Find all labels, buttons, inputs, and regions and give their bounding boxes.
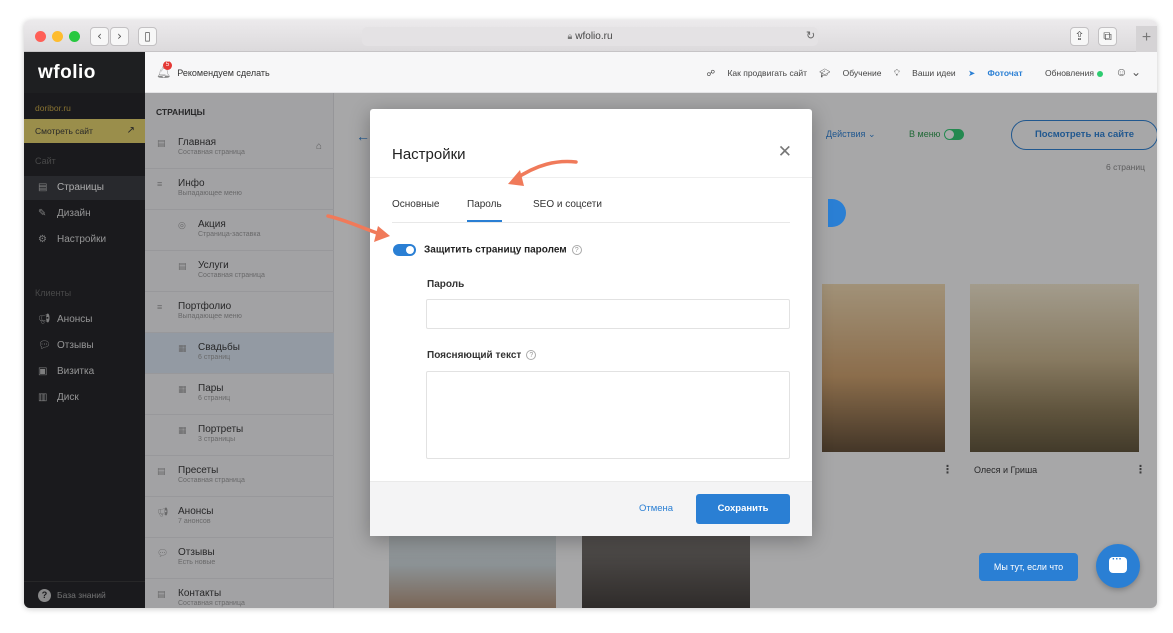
- help-icon[interactable]: ?: [571, 245, 582, 255]
- photochat-link[interactable]: ➤ Фоточат: [968, 68, 1023, 78]
- explain-textarea[interactable]: [426, 371, 790, 459]
- explain-label: Поясняющий текст?: [427, 350, 537, 361]
- protect-password-toggle[interactable]: Защитить страницу паролем?: [393, 244, 582, 256]
- save-button[interactable]: Сохранить: [696, 494, 790, 524]
- explain-label-text: Поясняющий текст: [427, 350, 522, 361]
- promote-label: Как продвигать сайт: [727, 68, 808, 78]
- recommend-label: Рекомендуем сделать: [177, 68, 270, 78]
- url-text: wfolio.ru: [575, 31, 613, 42]
- ideas-label: Ваши идеи: [912, 68, 956, 78]
- recommend-link[interactable]: 🔔︎ 5 Рекомендуем сделать: [156, 61, 270, 79]
- chat-bubble-icon: [1109, 554, 1127, 573]
- learn-label: Обучение: [842, 68, 882, 78]
- url-bar[interactable]: 🔒︎ wfolio.ru: [362, 27, 818, 46]
- promote-link[interactable]: ☍ Как продвигать сайт: [706, 68, 807, 78]
- updates-link[interactable]: Обновления: [1035, 68, 1103, 78]
- protect-label: Защитить страницу паролем: [424, 244, 567, 256]
- tab-seo[interactable]: SEO и соцсети: [533, 199, 602, 210]
- tab-basic[interactable]: Основные: [392, 199, 439, 210]
- settings-modal: Настройки ✕ Основные Пароль SEO и соцсет…: [370, 109, 812, 536]
- minimize-window-button[interactable]: [52, 31, 63, 42]
- zoom-window-button[interactable]: [69, 31, 80, 42]
- modal-footer: Отмена Сохранить: [370, 481, 812, 536]
- tabs-icon[interactable]: ⧉: [1098, 27, 1117, 46]
- updates-label: Обновления: [1045, 68, 1094, 78]
- divider: [370, 177, 812, 178]
- help-icon[interactable]: ?: [526, 350, 537, 361]
- sidebar-toggle-icon[interactable]: ▯: [138, 27, 157, 46]
- cancel-button[interactable]: Отмена: [639, 503, 673, 514]
- close-window-button[interactable]: [35, 31, 46, 42]
- browser-window: ‹ › ▯ 🔒︎ wfolio.ru ↻ ⇪ ⧉ + wfolio 🔔︎ 5 Реко…: [24, 20, 1157, 608]
- close-icon[interactable]: ✕: [778, 142, 792, 162]
- top-links: ☍ Как продвигать сайт 🎓︎ Обучение 💡︎ Ваш…: [696, 65, 1141, 79]
- browser-toolbar: ‹ › ▯ 🔒︎ wfolio.ru ↻ ⇪ ⧉ +: [24, 20, 1157, 52]
- account-menu[interactable]: ☺ ⌄: [1115, 65, 1141, 79]
- chevron-right-icon[interactable]: ›: [110, 27, 129, 46]
- bell-icon: 🔔︎ 5: [156, 61, 172, 79]
- password-field[interactable]: [426, 299, 790, 329]
- reload-icon[interactable]: ↻: [806, 27, 815, 46]
- new-tab-button[interactable]: +: [1136, 26, 1157, 52]
- app-logo[interactable]: wfolio: [24, 52, 145, 93]
- learn-link[interactable]: 🎓︎ Обучение: [819, 68, 881, 78]
- updates-dot-icon: [1096, 70, 1103, 77]
- tab-divider: [392, 222, 790, 223]
- share-icon[interactable]: ⇪: [1070, 27, 1089, 46]
- lock-icon: 🔒︎: [567, 31, 573, 41]
- tab-password[interactable]: Пароль: [467, 199, 502, 222]
- notification-badge: 5: [163, 61, 172, 70]
- chat-label[interactable]: Мы тут, если что: [979, 553, 1078, 581]
- modal-title: Настройки: [392, 146, 466, 163]
- photochat-label: Фоточат: [987, 68, 1023, 78]
- password-label: Пароль: [427, 279, 465, 290]
- chevron-left-icon[interactable]: ‹: [90, 27, 109, 46]
- toggle-switch[interactable]: [393, 244, 416, 256]
- ideas-link[interactable]: 💡︎ Ваши идеи: [894, 68, 956, 78]
- chat-button[interactable]: [1096, 544, 1140, 588]
